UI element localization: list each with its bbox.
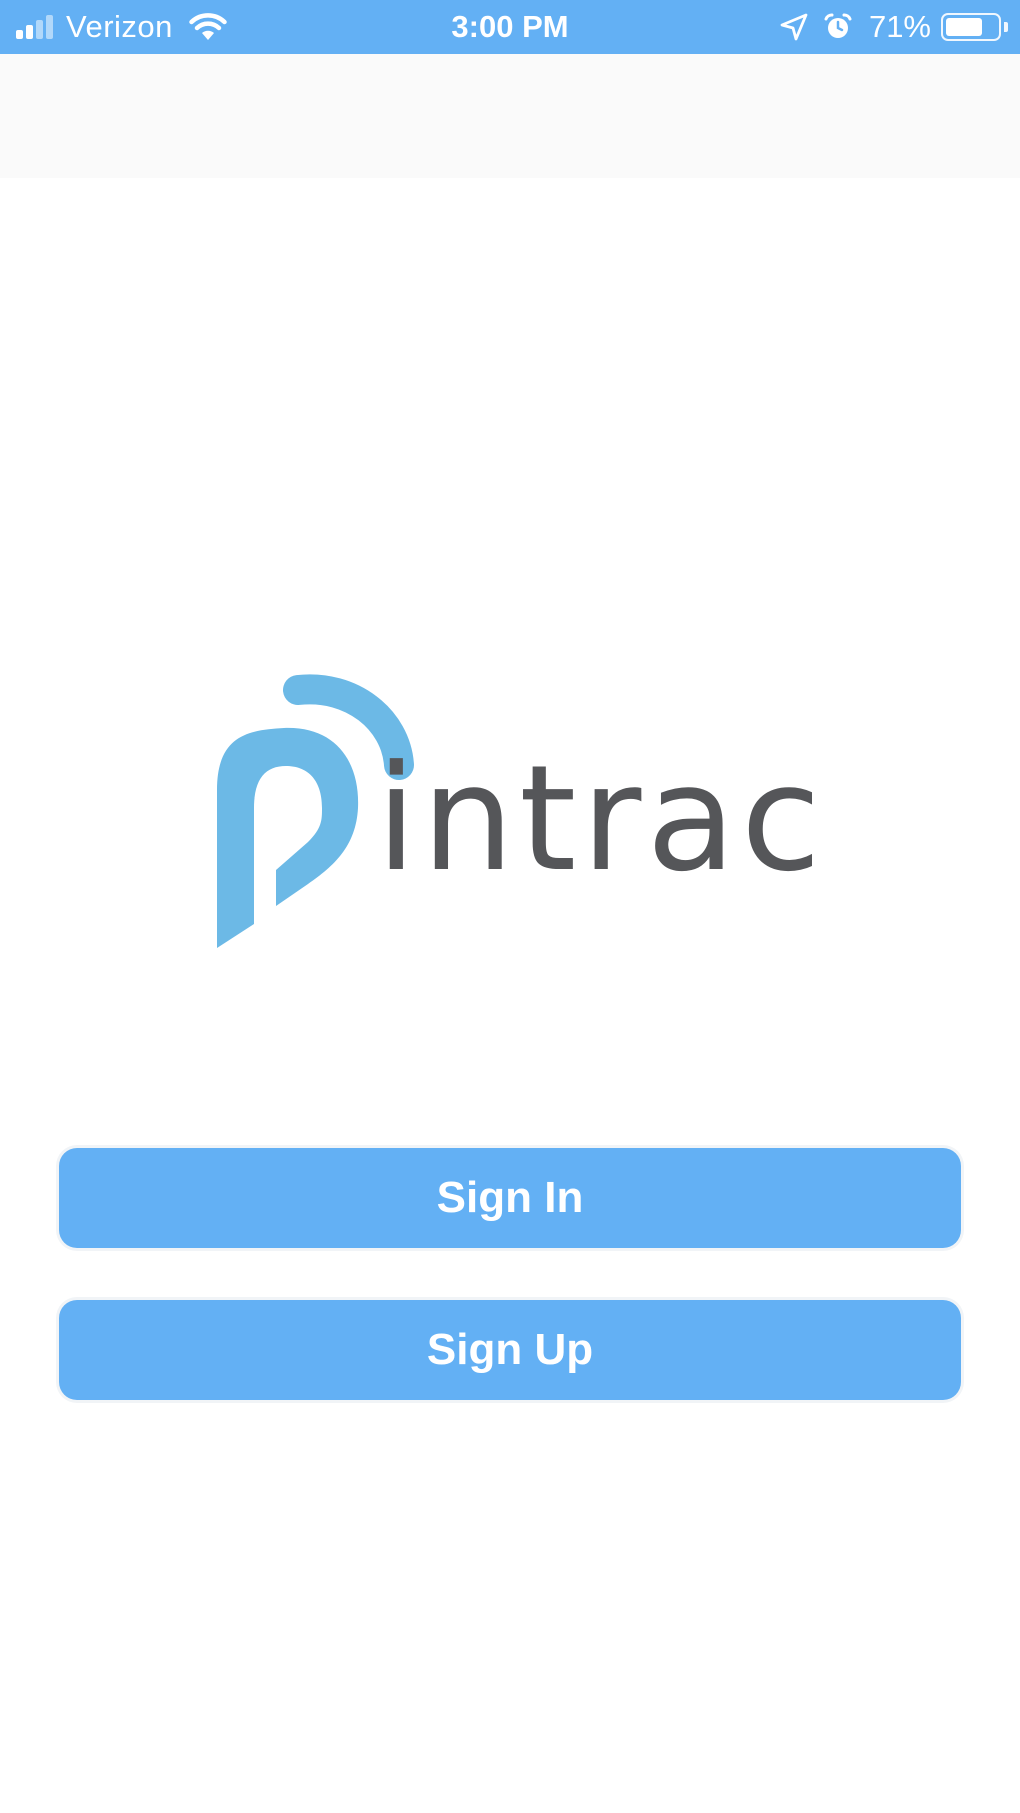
battery-cap <box>1004 22 1008 32</box>
sign-up-button[interactable]: Sign Up <box>59 1300 961 1400</box>
pintrac-logo: intrac <box>212 670 812 960</box>
alarm-icon <box>824 13 852 38</box>
logo-letter-p <box>217 727 359 948</box>
location-arrow-icon <box>780 13 808 41</box>
header-area <box>0 54 1020 178</box>
sign-in-button[interactable]: Sign In <box>59 1148 961 1248</box>
logo-wordmark: intrac <box>376 734 812 904</box>
battery-percentage: 71% <box>868 9 931 44</box>
status-right: 71% <box>779 0 1008 54</box>
status-bar: Verizon 3:00 PM 71% <box>0 0 1020 54</box>
logo-graphic: intrac <box>217 674 812 948</box>
battery-level-fill <box>946 18 982 36</box>
battery-icon <box>941 13 1001 41</box>
